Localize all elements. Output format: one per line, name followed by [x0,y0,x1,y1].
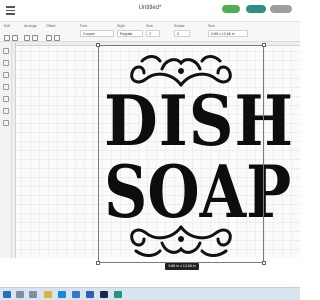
style-label: Style [117,24,125,28]
offset-label: Offset [46,24,56,28]
gray-action-button[interactable] [270,5,292,13]
projects-icon[interactable] [2,72,9,78]
design-app-icon[interactable] [114,291,122,298]
resize-handle-top-left[interactable] [96,43,100,47]
arrange-icon[interactable] [24,35,30,41]
dimension-input[interactable]: 9.88 x 13.66 in [208,30,248,37]
store-icon[interactable] [72,291,80,298]
new-icon[interactable] [2,48,9,54]
align-icon[interactable] [32,35,38,41]
text-tool-icon[interactable] [2,96,9,102]
top-bar: Untitled* [0,0,300,22]
rotate-input[interactable]: 0 [174,30,190,37]
images-icon[interactable] [2,84,9,90]
left-ruler [12,42,16,258]
font-label: Font [80,24,88,28]
shapes-icon[interactable] [2,108,9,114]
edit-toolbar: Edit Arrange Offset Font Cooper Style Re… [0,22,300,42]
resize-handle-bottom-left[interactable] [96,261,100,265]
style-group[interactable]: Style Regular [117,24,143,37]
templates-icon[interactable] [2,60,9,66]
style-select[interactable]: Regular [117,30,143,37]
edge-icon[interactable] [58,291,66,298]
edit-label: Edit [4,24,11,28]
rotate-group[interactable]: Rotate 0 [174,24,190,37]
resize-handle-top-right[interactable] [262,43,266,47]
offset-icon[interactable] [46,35,52,41]
arrange-label: Arrange [24,24,37,28]
redo-icon[interactable] [12,35,18,41]
green-action-button[interactable] [222,5,240,13]
dimension-label: Size [208,24,215,28]
app-window: Untitled* Edit Arrange Offset Font Coope… [0,0,300,300]
font-size-label: Size [146,24,153,28]
rotate-label: Rotate [174,24,185,28]
left-tool-panel [0,42,12,258]
size-readout-badge: 9.88 in x 13.66 in [165,263,199,270]
photoshop-icon[interactable] [100,291,108,298]
dimension-group[interactable]: Size 9.88 x 13.66 in [208,24,248,37]
font-select[interactable]: Cooper [80,30,114,37]
mail-icon[interactable] [86,291,94,298]
selection-bounding-box[interactable] [98,45,264,263]
undo-icon[interactable] [4,35,10,41]
font-size-input[interactable]: 2 [146,30,160,37]
explorer-icon[interactable] [44,291,52,298]
font-size-group[interactable]: Size 2 [146,24,160,37]
start-icon[interactable] [3,291,11,298]
search-icon[interactable] [16,291,24,298]
task-view-icon[interactable] [29,291,37,298]
upload-icon[interactable] [2,120,9,126]
windows-taskbar [0,287,300,300]
resize-handle-bottom-right[interactable] [262,261,266,265]
teal-action-button[interactable] [246,5,266,13]
selected-design[interactable]: DISH SOAP [96,43,293,265]
font-group[interactable]: Font Cooper [80,24,114,37]
flip-icon[interactable] [54,35,60,41]
